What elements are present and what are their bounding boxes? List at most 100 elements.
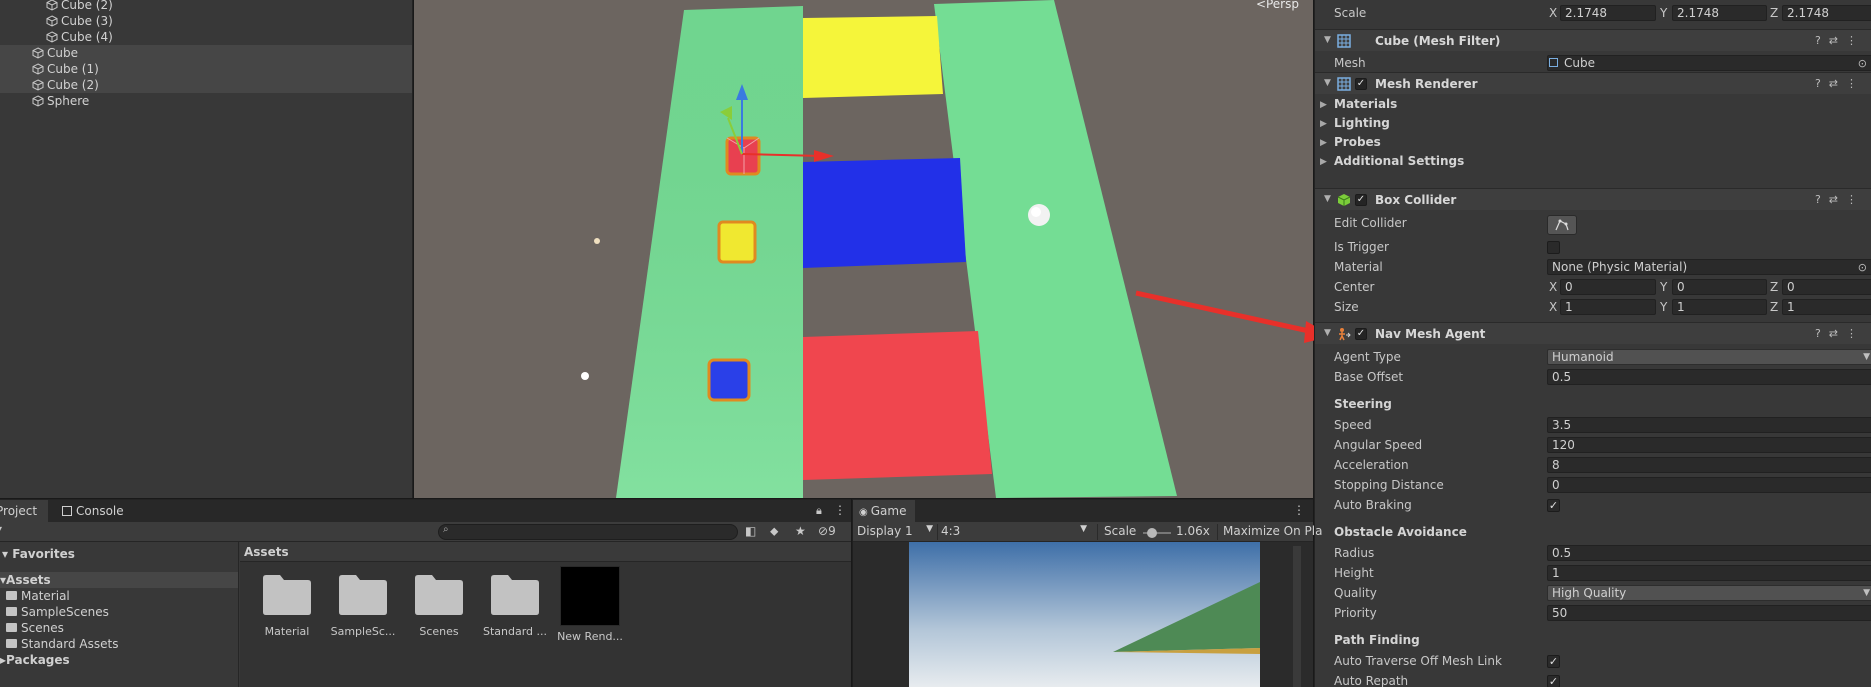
hierarchy-item[interactable]: Cube (2) [0, 0, 412, 13]
panel-menu-icon[interactable]: ⋮ [1293, 503, 1305, 517]
mesh-filter-header[interactable]: ▼ Cube (Mesh Filter) ?⇄⋮ [1315, 29, 1871, 51]
blue-cube[interactable] [707, 358, 751, 402]
angular-speed-field[interactable]: 120 [1547, 437, 1871, 453]
yellow-zone[interactable] [803, 16, 943, 98]
height-label: Height [1334, 566, 1374, 580]
favorites-item[interactable]: ▾ Favorites [0, 546, 238, 562]
probes-foldout[interactable]: ▶ Probes [1315, 134, 1871, 154]
center-x-field[interactable]: 0 [1560, 279, 1656, 295]
auto-traverse-checkbox[interactable]: ✓ [1547, 655, 1560, 668]
hierarchy-item[interactable]: Cube (3) [0, 13, 412, 29]
camera-gizmo-icon[interactable] [581, 372, 589, 380]
scale-slider-thumb[interactable] [1147, 528, 1157, 538]
quality-dropdown[interactable]: High Quality ▼ [1547, 585, 1871, 601]
nav-mesh-agent-header[interactable]: ▼ ✓ Nav Mesh Agent ?⇄⋮ [1315, 322, 1871, 344]
auto-braking-checkbox[interactable]: ✓ [1547, 499, 1560, 512]
hidden-packages-button[interactable]: ⊘9 [818, 524, 836, 538]
hierarchy-item[interactable]: Cube [0, 45, 412, 61]
stopping-distance-field[interactable]: 0 [1547, 477, 1871, 493]
priority-field[interactable]: 50 [1547, 605, 1871, 621]
hierarchy-item[interactable]: Cube (1) [0, 61, 412, 77]
lock-icon[interactable]: 🔒︎ [816, 504, 822, 518]
asset-tile-standard-assets[interactable]: Standard ... [480, 574, 550, 638]
component-header-icons[interactable]: ?⇄⋮ [1815, 193, 1865, 206]
sphere[interactable] [1028, 204, 1050, 226]
game-view[interactable] [853, 542, 1313, 687]
scale-z-field[interactable]: 2.1748 [1782, 5, 1871, 21]
favorite-star-icon[interactable]: ★ [795, 524, 806, 538]
hierarchy-item[interactable]: Cube (2) [0, 77, 412, 93]
scene-view[interactable]: <Persp [414, 0, 1313, 498]
component-header-icons[interactable]: ?⇄⋮ [1815, 327, 1865, 340]
edit-collider-button[interactable] [1547, 215, 1577, 235]
lighting-foldout[interactable]: ▶ Lighting [1315, 115, 1871, 135]
additional-settings-foldout[interactable]: ▶ Additional Settings [1315, 153, 1871, 173]
hierarchy-item[interactable]: Cube (4) [0, 29, 412, 45]
display-dropdown[interactable]: Display 1 ▼ [857, 524, 933, 540]
size-y-field[interactable]: 1 [1672, 299, 1767, 315]
component-header-icons[interactable]: ?⇄⋮ [1815, 77, 1865, 90]
component-header-icons[interactable]: ?⇄⋮ [1815, 34, 1865, 47]
tree-item-samplescenes[interactable]: SampleScenes [0, 604, 238, 620]
foldout-arrow-icon[interactable]: ▼ [1324, 328, 1331, 338]
height-field[interactable]: 1 [1547, 565, 1871, 581]
yellow-cube[interactable] [717, 220, 757, 264]
tree-item-standard-assets[interactable]: Standard Assets [0, 636, 238, 652]
panel-menu-icon[interactable]: ⋮ [834, 503, 846, 517]
base-offset-field[interactable]: 0.5 [1547, 369, 1871, 385]
collider-material-field[interactable]: None (Physic Material) [1547, 259, 1871, 275]
blue-zone[interactable] [803, 158, 966, 268]
scale-x-field[interactable]: 2.1748 [1560, 5, 1656, 21]
game-scrollbar[interactable] [1293, 546, 1301, 687]
acceleration-field[interactable]: 8 [1547, 457, 1871, 473]
object-picker-icon[interactable]: ⊙ [1858, 261, 1867, 274]
scale-y-field[interactable]: 2.1748 [1672, 5, 1767, 21]
object-picker-icon[interactable]: ⊙ [1858, 57, 1867, 70]
asset-tile-render-texture[interactable]: New Rend... [555, 566, 625, 643]
tree-item-material[interactable]: Material [0, 588, 238, 604]
persp-label[interactable]: <Persp [1256, 0, 1299, 11]
radius-field[interactable]: 0.5 [1547, 545, 1871, 561]
nav-mesh-agent-enabled-checkbox[interactable]: ✓ [1355, 328, 1367, 340]
aspect-dropdown[interactable]: 4:3 ▼ [937, 524, 1089, 540]
foldout-arrow-icon[interactable]: ▼ [1324, 35, 1331, 45]
auto-repath-checkbox[interactable]: ✓ [1547, 675, 1560, 687]
box-collider-header[interactable]: ▼ ✓ Box Collider ?⇄⋮ [1315, 188, 1871, 210]
asset-tile-material[interactable]: Material [252, 574, 322, 638]
foldout-arrow-icon[interactable]: ▼ [1324, 194, 1331, 204]
create-menu-icon[interactable]: ▾ [0, 522, 2, 536]
foldout-arrow-icon[interactable]: ▼ [1324, 78, 1331, 88]
tab-project[interactable]: Project [0, 500, 48, 522]
agent-type-dropdown[interactable]: Humanoid ▼ [1547, 349, 1871, 365]
is-trigger-checkbox[interactable] [1547, 241, 1560, 254]
breadcrumb-label[interactable]: Assets [244, 545, 289, 559]
assets-item[interactable]: ▾Assets [0, 572, 238, 588]
mesh-renderer-header[interactable]: ▼ ✓ Mesh Renderer ?⇄⋮ [1315, 72, 1871, 94]
tree-item-scenes[interactable]: Scenes [0, 620, 238, 636]
size-z-field[interactable]: 1 [1782, 299, 1871, 315]
edit-collider-icon [1555, 219, 1569, 231]
size-x-field[interactable]: 1 [1560, 299, 1656, 315]
mesh-renderer-enabled-checkbox[interactable]: ✓ [1355, 78, 1367, 90]
materials-foldout[interactable]: ▶ Materials [1315, 96, 1871, 116]
obstacle-avoidance-section: Obstacle Avoidance [1315, 524, 1871, 544]
search-by-label-icon[interactable]: ⬥ [770, 524, 778, 539]
tab-game[interactable]: ◉ Game [853, 500, 915, 522]
folder-icon [6, 639, 17, 648]
light-gizmo-icon[interactable] [594, 238, 600, 244]
tab-console[interactable]: Console [56, 500, 130, 522]
asset-tile-scenes[interactable]: Scenes [404, 574, 474, 638]
search-by-type-icon[interactable]: ◧ [745, 524, 756, 538]
speed-field[interactable]: 3.5 [1547, 417, 1871, 433]
mesh-field[interactable]: Cube [1547, 55, 1871, 71]
project-search-input[interactable]: ⌕ [438, 524, 738, 540]
hierarchy-item[interactable]: Sphere [0, 93, 412, 109]
center-z-field[interactable]: 0 [1782, 279, 1871, 295]
red-zone[interactable] [803, 331, 992, 480]
asset-tile-samplescenes[interactable]: SampleSc... [328, 574, 398, 638]
scale-slider[interactable] [1143, 528, 1171, 538]
packages-item[interactable]: ▸Packages [0, 652, 238, 668]
maximize-on-play-toggle[interactable]: Maximize On Pla [1217, 524, 1322, 540]
center-y-field[interactable]: 0 [1672, 279, 1767, 295]
box-collider-enabled-checkbox[interactable]: ✓ [1355, 194, 1367, 206]
